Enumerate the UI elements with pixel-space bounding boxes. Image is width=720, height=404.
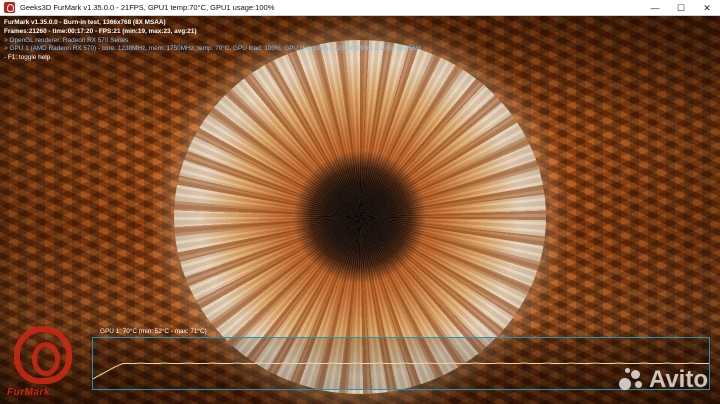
avito-logo-icon [618,368,645,392]
temperature-graph-label: GPU 1: 70°C (min: 52°C - max: 71°C) [100,328,207,335]
temperature-graph [92,337,710,390]
window-controls: — ☐ ✕ [642,0,720,16]
render-viewport[interactable]: FurMark v1.35.0.0 - Burn-in test, 1366x7… [0,16,720,404]
furmark-app-icon [4,2,15,13]
window-title: Geeks3D FurMark v1.35.0.0 - 21FPS, GPU1 … [20,3,275,12]
temperature-graph-plot [93,362,709,380]
furmark-logo-text: FurMark [7,387,50,398]
osd-title: FurMark v1.35.0.0 - Burn-in test, 1366x7… [4,19,166,26]
osd-frames: Frames:21260 - time:00:17:20 - FPS:21 (m… [4,27,197,35]
furmark-logo-icon [14,326,72,384]
maximize-button[interactable]: ☐ [668,0,694,16]
osd-help-hint: - F1: toggle help [4,54,51,62]
osd-overlay: FurMark v1.35.0.0 - Burn-in test, 1366x7… [4,19,421,63]
close-button[interactable]: ✕ [694,0,720,16]
minimize-button[interactable]: — [642,0,668,16]
window-titlebar: Geeks3D FurMark v1.35.0.0 - 21FPS, GPU1 … [0,0,720,16]
avito-watermark-text: Avito [648,366,708,393]
temperature-line [93,362,709,380]
osd-gpu-info: > GPU 1 (AMD Radeon RX 570) - core: 1238… [4,45,422,53]
avito-watermark: Avito [618,366,708,394]
furmark-logo: FurMark [4,326,84,404]
